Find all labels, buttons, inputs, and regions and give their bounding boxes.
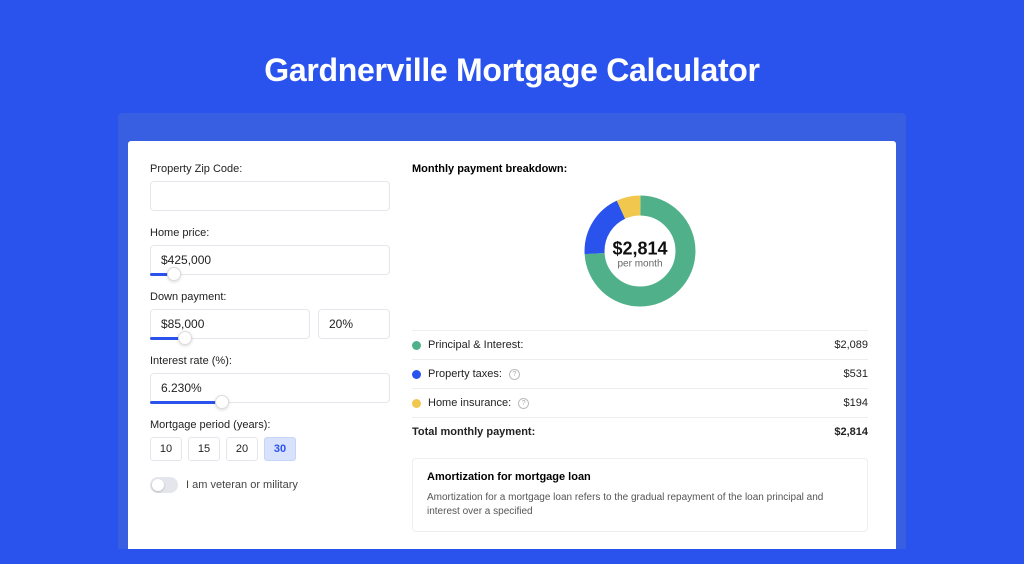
price-input[interactable]: [150, 245, 390, 275]
dot-icon: [412, 341, 421, 350]
period-button-group: 10 15 20 30: [150, 437, 390, 461]
legend-row-ins: Home insurance: ? $194: [412, 388, 868, 417]
legend-label: Home insurance:: [428, 397, 511, 409]
amortization-box: Amortization for mortgage loan Amortizat…: [412, 458, 868, 532]
price-slider[interactable]: [150, 274, 390, 275]
period-btn-30[interactable]: 30: [264, 437, 296, 461]
price-field: Home price:: [150, 227, 390, 275]
left-column: Property Zip Code: Home price: Down paym…: [150, 163, 390, 549]
down-field: Down payment:: [150, 291, 390, 339]
period-label: Mortgage period (years):: [150, 419, 390, 431]
legend-row-tax: Property taxes: ? $531: [412, 359, 868, 388]
period-field: Mortgage period (years): 10 15 20 30: [150, 419, 390, 461]
period-btn-15[interactable]: 15: [188, 437, 220, 461]
rate-slider[interactable]: [150, 402, 390, 403]
down-label: Down payment:: [150, 291, 390, 303]
rate-label: Interest rate (%):: [150, 355, 390, 367]
panel-container: Property Zip Code: Home price: Down paym…: [118, 113, 906, 549]
legend-label: Property taxes:: [428, 368, 502, 380]
veteran-row: I am veteran or military: [150, 477, 390, 493]
donut-center: $2,814 per month: [612, 238, 667, 269]
period-btn-20[interactable]: 20: [226, 437, 258, 461]
legend-value: $194: [844, 397, 868, 409]
veteran-toggle[interactable]: [150, 477, 178, 493]
zip-label: Property Zip Code:: [150, 163, 390, 175]
rate-slider-thumb[interactable]: [215, 395, 229, 409]
donut-sub: per month: [612, 258, 667, 269]
info-icon[interactable]: ?: [509, 369, 520, 380]
dot-icon: [412, 370, 421, 379]
donut-total: $2,814: [612, 238, 667, 259]
rate-field: Interest rate (%):: [150, 355, 390, 403]
amortization-title: Amortization for mortgage loan: [427, 471, 853, 483]
donut-chart-wrap: $2,814 per month: [412, 183, 868, 330]
down-value-input[interactable]: [150, 309, 310, 339]
down-slider[interactable]: [150, 338, 310, 339]
right-column: Monthly payment breakdown: $2,814 per mo…: [412, 163, 868, 549]
rate-input[interactable]: [150, 373, 390, 403]
dot-icon: [412, 399, 421, 408]
legend-value: $531: [844, 368, 868, 380]
period-btn-10[interactable]: 10: [150, 437, 182, 461]
breakdown-title: Monthly payment breakdown:: [412, 163, 868, 175]
down-pct-input[interactable]: [318, 309, 390, 339]
amortization-text: Amortization for a mortgage loan refers …: [427, 491, 853, 519]
total-label: Total monthly payment:: [412, 426, 535, 438]
info-icon[interactable]: ?: [518, 398, 529, 409]
price-slider-thumb[interactable]: [167, 267, 181, 281]
page-title: Gardnerville Mortgage Calculator: [0, 52, 1024, 89]
veteran-label: I am veteran or military: [186, 479, 298, 491]
zip-field: Property Zip Code:: [150, 163, 390, 211]
legend-value: $2,089: [834, 339, 868, 351]
legend-row-total: Total monthly payment: $2,814: [412, 417, 868, 446]
donut-chart: $2,814 per month: [580, 191, 700, 316]
total-value: $2,814: [834, 426, 868, 438]
zip-input[interactable]: [150, 181, 390, 211]
calculator-panel: Property Zip Code: Home price: Down paym…: [128, 141, 896, 549]
veteran-toggle-thumb: [152, 479, 164, 491]
legend-row-pi: Principal & Interest: $2,089: [412, 330, 868, 359]
down-slider-thumb[interactable]: [178, 331, 192, 345]
price-label: Home price:: [150, 227, 390, 239]
legend-label: Principal & Interest:: [428, 339, 523, 351]
